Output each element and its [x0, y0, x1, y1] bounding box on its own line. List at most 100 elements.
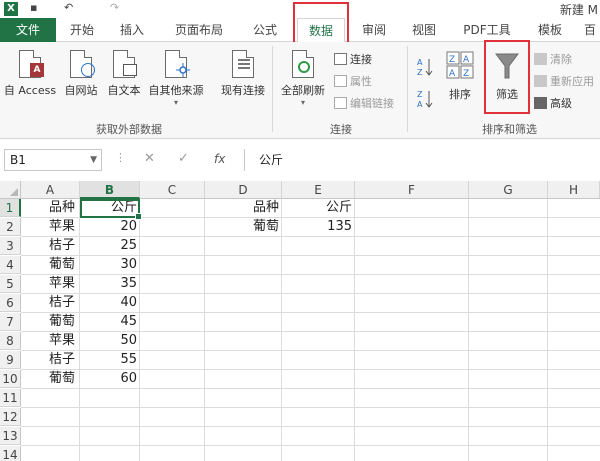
- properties-button[interactable]: 属性: [334, 74, 372, 90]
- from-web-button[interactable]: 自网站: [60, 50, 102, 98]
- cell-e2[interactable]: 135: [282, 218, 355, 236]
- cell-a10[interactable]: 葡萄: [46, 370, 78, 388]
- select-all-corner[interactable]: [0, 181, 21, 199]
- cell-a4[interactable]: 葡萄: [46, 256, 78, 274]
- row-header-14[interactable]: 14: [0, 446, 21, 461]
- cell-b4[interactable]: 30: [80, 256, 140, 274]
- cell-a7[interactable]: 葡萄: [46, 313, 78, 331]
- column-header-d[interactable]: D: [205, 181, 282, 199]
- sort-descending-button[interactable]: ZA: [416, 88, 436, 110]
- row-header-10[interactable]: 10: [0, 370, 21, 388]
- tab-home[interactable]: 开始: [60, 18, 104, 42]
- cell-a6[interactable]: 桔子: [46, 294, 78, 312]
- connections-icon: [334, 53, 347, 65]
- tab-pdf-tools[interactable]: PDF工具: [454, 18, 520, 42]
- globe-icon: [70, 50, 95, 78]
- column-header-b[interactable]: B: [80, 181, 140, 199]
- row-header-4[interactable]: 4: [0, 256, 21, 274]
- cell-b6[interactable]: 40: [80, 294, 140, 312]
- cell-b3[interactable]: 25: [80, 237, 140, 255]
- cell-d2[interactable]: 葡萄: [250, 218, 282, 236]
- sort-ascending-button[interactable]: AZ: [416, 56, 436, 78]
- cell-d1[interactable]: 品种: [250, 199, 282, 217]
- row-header-7[interactable]: 7: [0, 313, 21, 331]
- row-header-2[interactable]: 2: [0, 218, 21, 236]
- drag-handle-icon[interactable]: ⋮: [115, 151, 126, 164]
- column-header-c[interactable]: C: [140, 181, 205, 199]
- row-header-11[interactable]: 11: [0, 389, 21, 407]
- row-header-5[interactable]: 5: [0, 275, 21, 293]
- from-other-sources-button[interactable]: 自其他来源 ▾: [145, 50, 207, 107]
- edit-links-button[interactable]: 编辑链接: [334, 96, 394, 112]
- other-sources-icon: [165, 50, 190, 78]
- existing-connections-button[interactable]: 现有连接: [215, 50, 271, 98]
- cell-a1[interactable]: 品种: [46, 199, 78, 217]
- reapply-button[interactable]: 重新应用: [534, 74, 594, 90]
- group-label-external-data: 获取外部数据: [96, 123, 162, 136]
- redo-icon[interactable]: ↷: [110, 1, 119, 14]
- formula-input[interactable]: 公斤: [244, 149, 600, 171]
- cell-b9[interactable]: 55: [80, 351, 140, 369]
- cell-b10[interactable]: 60: [80, 370, 140, 388]
- svg-text:A: A: [463, 55, 470, 65]
- chevron-down-icon: ▾: [173, 98, 178, 107]
- group-label-connections: 连接: [330, 123, 352, 136]
- from-access-button[interactable]: A 自 Access: [2, 50, 58, 98]
- active-cell-selection: [80, 199, 142, 220]
- tab-review[interactable]: 审阅: [352, 18, 396, 42]
- chevron-down-icon[interactable]: ▼: [90, 150, 97, 170]
- row-header-13[interactable]: 13: [0, 427, 21, 445]
- cell-a5[interactable]: 苹果: [46, 275, 78, 293]
- sort-button[interactable]: ZAAZ 排序: [440, 50, 480, 102]
- row-header-1[interactable]: 1: [0, 199, 21, 217]
- cell-b8[interactable]: 50: [80, 332, 140, 350]
- save-icon[interactable]: ▪: [30, 1, 37, 14]
- row-header-8[interactable]: 8: [0, 332, 21, 350]
- cell-e1[interactable]: 公斤: [282, 199, 355, 217]
- column-header-g[interactable]: G: [469, 181, 548, 199]
- tab-templates[interactable]: 模板: [528, 18, 572, 42]
- refresh-all-button[interactable]: 全部刷新 ▾: [276, 50, 330, 107]
- sort-az-icon: AZ: [417, 58, 433, 77]
- column-header-a[interactable]: A: [21, 181, 80, 199]
- svg-text:Z: Z: [449, 55, 455, 65]
- cell-a8[interactable]: 苹果: [46, 332, 78, 350]
- insert-function-icon[interactable]: fx: [214, 152, 225, 166]
- tab-insert[interactable]: 插入: [110, 18, 154, 42]
- column-header-f[interactable]: F: [355, 181, 469, 199]
- tab-more[interactable]: 百: [580, 18, 600, 42]
- tab-page-layout[interactable]: 页面布局: [163, 18, 235, 42]
- filter-button-highlight: [484, 40, 530, 114]
- svg-text:A: A: [449, 69, 456, 79]
- sort-za-icon: ZA: [417, 90, 433, 109]
- cell-b5[interactable]: 35: [80, 275, 140, 293]
- row-header-3[interactable]: 3: [0, 237, 21, 255]
- column-header-h[interactable]: H: [548, 181, 600, 199]
- tab-view[interactable]: 视图: [402, 18, 446, 42]
- edit-links-icon: [334, 97, 347, 109]
- column-header-e[interactable]: E: [282, 181, 355, 199]
- row-header-12[interactable]: 12: [0, 408, 21, 426]
- row-header-9[interactable]: 9: [0, 351, 21, 369]
- svg-text:A: A: [417, 58, 423, 67]
- cell-a3[interactable]: 桔子: [46, 237, 78, 255]
- cell-b7[interactable]: 45: [80, 313, 140, 331]
- cell-a2[interactable]: 苹果: [46, 218, 78, 236]
- from-text-button[interactable]: 自文本: [103, 50, 145, 98]
- connections-button[interactable]: 连接: [334, 52, 372, 68]
- window-title: 新建 M: [559, 3, 598, 17]
- enter-icon[interactable]: ✓: [178, 151, 189, 166]
- cell-a9[interactable]: 桔子: [46, 351, 78, 369]
- formula-bar: B1 ▼ ⋮ ✕ ✓ fx 公斤: [0, 147, 600, 173]
- name-box[interactable]: B1 ▼: [4, 149, 102, 171]
- worksheet-grid[interactable]: A B C D E F G H 1 2 3 4 5 6 7 8 9 10 11 …: [0, 181, 600, 461]
- refresh-icon: [292, 50, 314, 78]
- advanced-filter-button[interactable]: 高级: [534, 96, 572, 112]
- tab-file[interactable]: 文件: [0, 18, 56, 42]
- clear-filter-button[interactable]: 清除: [534, 52, 572, 68]
- row-header-6[interactable]: 6: [0, 294, 21, 312]
- cancel-icon[interactable]: ✕: [144, 151, 155, 166]
- tab-formulas[interactable]: 公式: [243, 18, 287, 42]
- undo-icon[interactable]: ↶: [64, 1, 73, 14]
- cell-b2[interactable]: 20: [80, 218, 140, 236]
